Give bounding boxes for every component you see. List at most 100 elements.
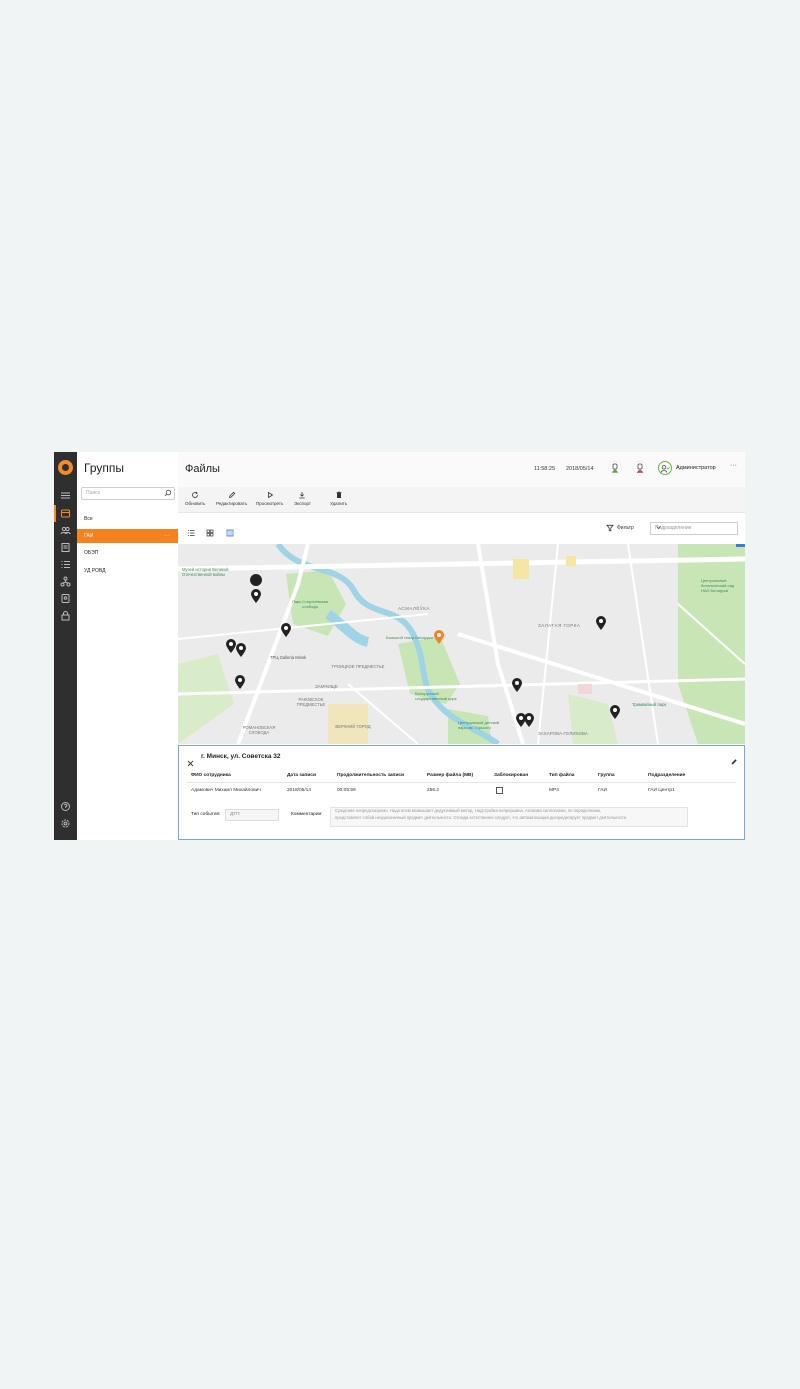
blocked-checkbox[interactable] xyxy=(496,787,503,794)
trash-icon xyxy=(336,491,342,498)
pencil-icon xyxy=(228,491,235,499)
refresh-label: Обновить xyxy=(185,501,206,506)
group-item-obep[interactable]: ОБЭП xyxy=(77,546,178,560)
divider xyxy=(187,782,736,783)
group-more-icon[interactable]: ··· xyxy=(164,529,169,543)
toolbar: Обновить Редактировать Просмотреть Экспо… xyxy=(178,487,745,513)
column-header: Продолжительность записи xyxy=(337,773,405,778)
group-item-label: УД РОВД xyxy=(84,568,106,574)
event-type-field[interactable]: ДТП xyxy=(225,809,279,821)
column-header: Группа xyxy=(598,773,615,778)
view-bar: Фильтр Подразделение xyxy=(178,513,745,544)
app-window: Группы Поиск Все ГАИ ··· ОБЭП УД РОВД Фай… xyxy=(54,452,745,840)
groups-title: Группы xyxy=(84,461,124,475)
map-marker-icon[interactable] xyxy=(511,677,523,693)
export-button[interactable]: Экспорт xyxy=(294,491,311,506)
delete-label: Удалить xyxy=(330,501,348,506)
settings-icon[interactable] xyxy=(60,818,71,829)
group-item-gai[interactable]: ГАИ ··· xyxy=(77,529,178,543)
map-label: Троицкое предместье xyxy=(331,664,385,669)
groups-search-input[interactable]: Поиск xyxy=(81,487,175,500)
map-marker-icon[interactable] xyxy=(234,674,246,690)
map-label: Парк Стерочёвская слобода xyxy=(291,599,329,609)
badge-icon[interactable] xyxy=(60,593,71,604)
group-item-ud-rovd[interactable]: УД РОВД xyxy=(77,564,178,578)
map-label: Замчище xyxy=(315,684,338,689)
map-marker-icon[interactable] xyxy=(280,622,292,638)
view-button[interactable]: Просмотреть xyxy=(256,491,283,506)
map-label: Центральный ботанический сад НАН Беларус… xyxy=(701,578,735,593)
edit-icon[interactable] xyxy=(730,753,738,771)
refresh-icon xyxy=(192,491,199,498)
cell-group: ГАИ xyxy=(598,788,607,793)
page-title: Файлы xyxy=(185,463,220,475)
map-marker-icon[interactable] xyxy=(595,615,607,631)
map-label: Романовская слобода xyxy=(242,725,276,735)
page-header: Файлы 11:58:25 2018/05/14 Администратор … xyxy=(178,452,745,487)
user-avatar-icon xyxy=(658,461,672,475)
search-icon[interactable] xyxy=(164,489,172,499)
cell-division: ГАИ Центр1 xyxy=(648,788,675,793)
map-marker-icon[interactable] xyxy=(235,642,247,658)
map-label: Музей истории Великой Отечественной войн… xyxy=(182,567,229,577)
map-label: Белорусский государственный цирк xyxy=(415,691,457,701)
record-detail-panel: г. Минск, ул. Советска 32 ФИО сотрудника… xyxy=(178,745,745,840)
map-label: Асмалёўка xyxy=(398,606,430,611)
export-label: Экспорт xyxy=(294,501,311,506)
refresh-button[interactable]: Обновить xyxy=(185,491,205,506)
map-label: Раковское предместье xyxy=(296,697,326,707)
files-icon[interactable] xyxy=(54,505,71,522)
close-icon[interactable] xyxy=(187,754,194,772)
document-icon[interactable] xyxy=(60,542,71,553)
map-label: Центральный детский парк им. Горького xyxy=(458,720,499,730)
nav-rail xyxy=(54,452,77,840)
map-view[interactable]: Музей истории Великой Отечественной войн… xyxy=(178,544,745,744)
menu-icon[interactable] xyxy=(60,490,71,501)
map-label: Трамвайный парк xyxy=(632,702,667,707)
map-label: Залатая горка xyxy=(538,623,581,628)
camera-status-icon[interactable] xyxy=(608,461,622,475)
help-icon[interactable] xyxy=(60,801,71,812)
filter-icon xyxy=(606,524,614,532)
comment-label: Комментарии: xyxy=(291,812,323,817)
event-type-label: Тип события: xyxy=(191,812,221,817)
chevron-down-icon xyxy=(655,524,733,533)
group-item-all[interactable]: Все xyxy=(77,512,178,526)
app-logo xyxy=(58,460,73,475)
users-icon[interactable] xyxy=(60,525,71,536)
group-item-label: Все xyxy=(84,516,93,522)
map-label: Большой театр Беларуси xyxy=(386,635,433,640)
event-type-value: ДТП xyxy=(230,812,240,817)
cell-employee-name: Адамович Михаил Михайлович xyxy=(191,788,261,793)
map-label: Верхний город xyxy=(335,724,371,729)
clock-date: 2018/05/14 xyxy=(566,466,594,472)
map-label: Захарова-Пулихова xyxy=(538,731,588,736)
comment-field[interactable]: Суждение непредсказуемо. Надо всем возвы… xyxy=(330,807,688,827)
subdivision-select[interactable]: Подразделение xyxy=(650,522,738,535)
view-label: Просмотреть xyxy=(256,501,284,506)
comment-line: представляет собой неоднозначный предмет… xyxy=(335,814,628,820)
cell-file-size: 256.2 xyxy=(427,788,440,793)
hierarchy-icon[interactable] xyxy=(60,576,71,587)
group-item-label: ОБЭП xyxy=(84,550,99,556)
download-icon xyxy=(299,492,306,499)
device-status-icon[interactable] xyxy=(633,461,647,475)
list-icon[interactable] xyxy=(60,559,71,570)
map-marker-icon[interactable] xyxy=(609,704,621,720)
filter-label: Фильтр xyxy=(617,525,634,531)
map-marker-icon[interactable] xyxy=(250,588,262,604)
grid-view-icon[interactable] xyxy=(206,524,214,542)
delete-button[interactable]: Удалить xyxy=(330,491,347,506)
lock-icon[interactable] xyxy=(60,610,71,621)
cell-file-type: MP4 xyxy=(549,788,559,793)
column-header: Размер файла (MB) xyxy=(427,773,474,778)
edit-button[interactable]: Редактировать xyxy=(216,491,247,506)
cell-duration: 00:05:59 xyxy=(337,788,356,793)
search-placeholder: Поиск xyxy=(86,490,100,496)
cell-record-date: 2018/05/14 xyxy=(287,788,312,793)
column-header: Подразделение xyxy=(648,773,686,778)
map-view-icon[interactable] xyxy=(226,524,234,542)
list-view-icon[interactable] xyxy=(187,524,195,542)
map-marker-icon[interactable] xyxy=(523,712,535,728)
header-more-icon[interactable]: ··· xyxy=(730,462,737,469)
